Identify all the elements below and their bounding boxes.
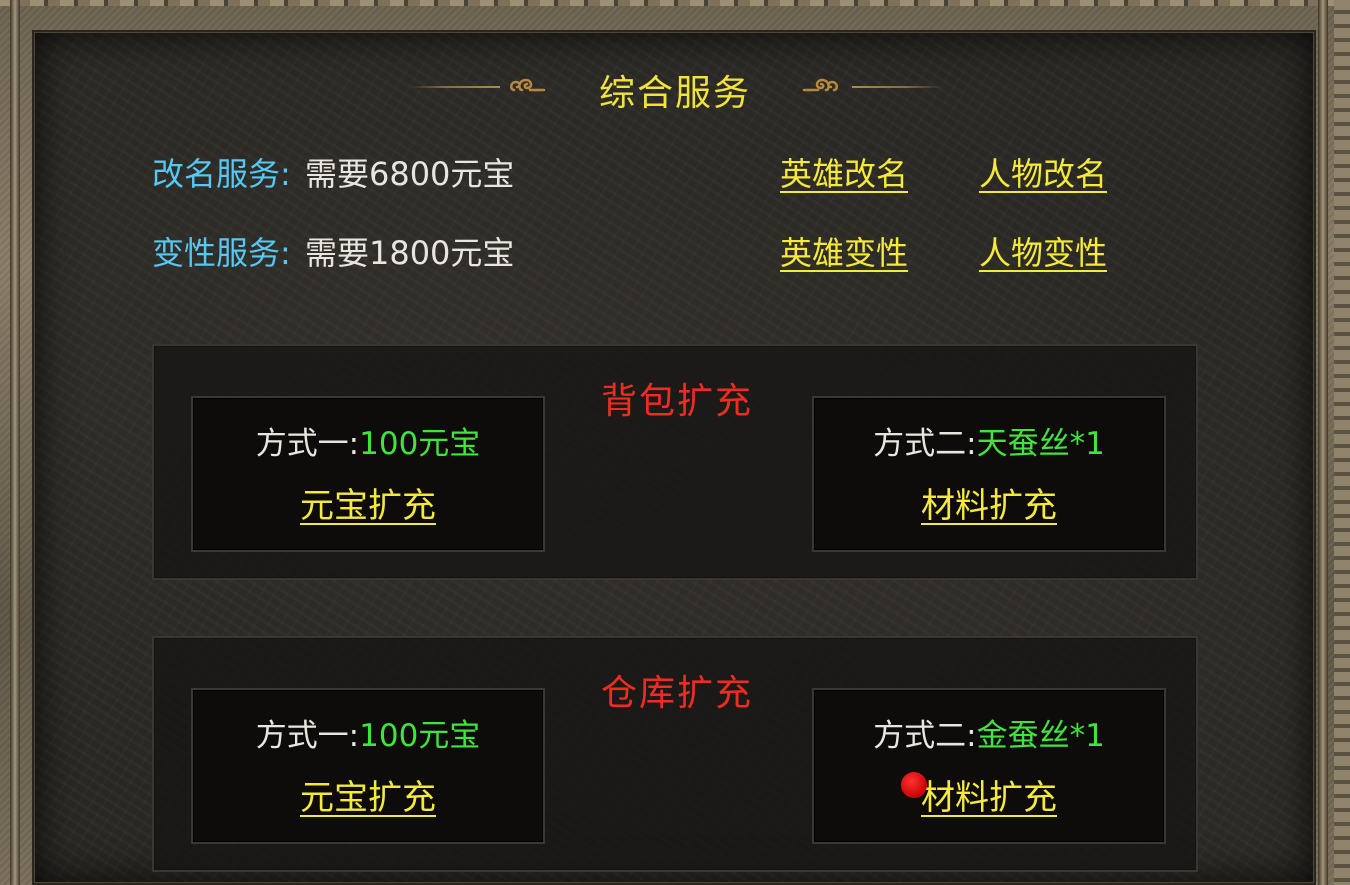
bag-option-1-action-wrap: 元宝扩充 [193, 484, 543, 528]
warehouse-ingot-expand-button[interactable]: 元宝扩充 [300, 778, 436, 818]
bag-ingot-expand-button[interactable]: 元宝扩充 [300, 486, 436, 526]
cloud-scroll-ornament-icon [802, 78, 838, 92]
bag-option-1-cost-line: 方式一:100元宝 [193, 424, 543, 464]
warehouse-option-1-prefix: 方式一: [255, 718, 360, 754]
rename-service-label: 改名服务 [152, 155, 281, 193]
warehouse-option-1-cost: 100元宝 [359, 718, 481, 754]
bag-option-2-action-wrap: 材料扩充 [814, 484, 1164, 528]
rename-service-row: 改名服务: 需要6800元宝 [152, 152, 514, 196]
frame-top-border [0, 0, 1350, 6]
character-rename-link[interactable]: 人物改名 [979, 152, 1107, 196]
warehouse-option-2-cost: 金蚕丝*1 [976, 718, 1105, 754]
bag-option-2-cost-line: 方式二:天蚕丝*1 [814, 424, 1164, 464]
bag-option-2-cost: 天蚕丝*1 [976, 426, 1105, 462]
warehouse-material-expand-button[interactable]: 材料扩充 [921, 778, 1057, 818]
bag-material-expand-button[interactable]: 材料扩充 [921, 486, 1057, 526]
panel-title: 综合服务 [598, 73, 751, 114]
bag-expand-section: 背包扩充 方式一:100元宝 元宝扩充 方式二:天蚕丝*1 材料扩充 [152, 344, 1198, 580]
rename-service-cost: 需要6800元宝 [304, 155, 515, 193]
bag-expand-option-2: 方式二:天蚕丝*1 材料扩充 [812, 396, 1166, 552]
bag-expand-option-1: 方式一:100元宝 元宝扩充 [191, 396, 545, 552]
bag-option-2-prefix: 方式二: [873, 426, 977, 462]
gender-service-label: 变性服务 [152, 234, 281, 272]
warehouse-option-1-action-wrap: 元宝扩充 [193, 776, 543, 820]
hero-rename-link[interactable]: 英雄改名 [780, 152, 908, 196]
hero-gender-change-link[interactable]: 英雄变性 [780, 231, 908, 275]
gender-service-cost: 需要1800元宝 [304, 234, 515, 272]
bag-option-1-cost: 100元宝 [359, 426, 481, 462]
rename-service-colon: : [280, 155, 291, 193]
panel-header: 综合服务 [0, 62, 1350, 114]
red-dot-icon [901, 772, 927, 798]
warehouse-expand-option-2: 方式二:金蚕丝*1 材料扩充 [812, 688, 1166, 844]
cloud-scroll-ornament-icon [510, 78, 546, 92]
title-divider-left [410, 86, 500, 88]
warehouse-option-2-prefix: 方式二: [873, 718, 977, 754]
frame-right-edge [1334, 0, 1350, 885]
title-divider-right [852, 86, 942, 88]
warehouse-expand-section: 仓库扩充 方式一:100元宝 元宝扩充 方式二:金蚕丝*1 材料扩充 [152, 636, 1198, 872]
frame-left-border [10, 0, 20, 885]
warehouse-expand-option-1: 方式一:100元宝 元宝扩充 [191, 688, 545, 844]
gender-service-row: 变性服务: 需要1800元宝 [152, 231, 514, 275]
warehouse-option-1-cost-line: 方式一:100元宝 [193, 716, 543, 756]
bag-option-1-prefix: 方式一: [255, 426, 360, 462]
warehouse-option-2-cost-line: 方式二:金蚕丝*1 [814, 716, 1164, 756]
warehouse-option-2-action-wrap: 材料扩充 [814, 776, 1164, 820]
gender-service-colon: : [280, 234, 291, 272]
frame-right-border [1318, 0, 1328, 885]
character-gender-change-link[interactable]: 人物变性 [979, 231, 1107, 275]
